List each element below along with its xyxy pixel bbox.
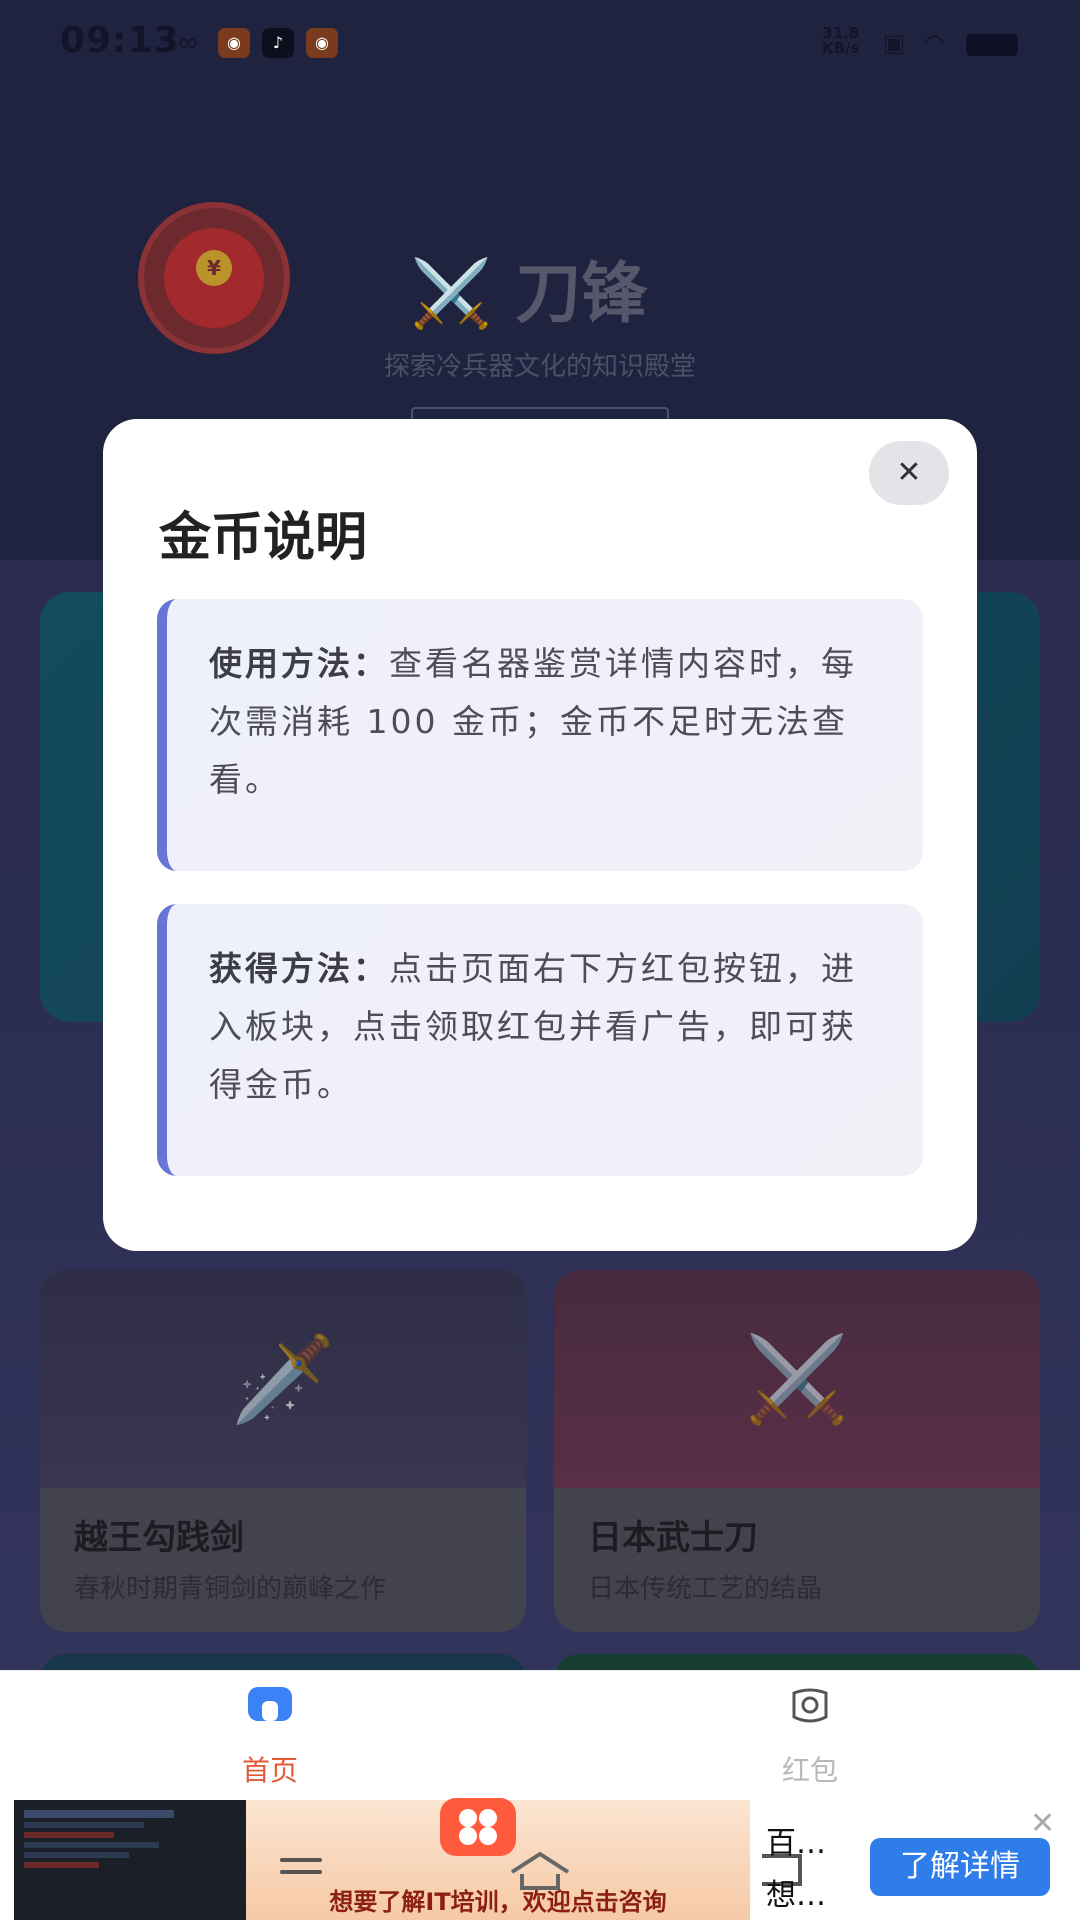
tab-home[interactable]: 首页 bbox=[0, 1671, 540, 1801]
close-button[interactable]: ✕ bbox=[869, 441, 949, 505]
ad-close-icon[interactable]: ✕ bbox=[1030, 1806, 1055, 1841]
earn-info-box: 获得方法：点击页面右下方红包按钮，进入板块，点击领取红包并看广告，即可获得金币。 bbox=[157, 904, 923, 1176]
menu-icon bbox=[280, 1858, 322, 1886]
home-icon bbox=[248, 1687, 292, 1721]
tab-home-label: 首页 bbox=[241, 1754, 298, 1787]
earn-label: 获得方法： bbox=[209, 949, 389, 988]
learn-more-button[interactable]: 了解详情 bbox=[870, 1838, 1050, 1896]
tab-redpacket[interactable]: 红包 bbox=[540, 1671, 1080, 1801]
ad-banner[interactable]: 想要了解IT培训，欢迎点击咨询 百… 想… 了解详情 ✕ bbox=[0, 1798, 1080, 1920]
ad-text: 百… 想… bbox=[766, 1826, 826, 1913]
tab-redpacket-label: 红包 bbox=[781, 1754, 838, 1787]
ad-image bbox=[14, 1800, 246, 1920]
coin-info-modal: ✕ 金币说明 使用方法：查看名器鉴赏详情内容时，每次需消耗 100 金币；金币不… bbox=[103, 419, 977, 1251]
modal-title: 金币说明 bbox=[159, 508, 368, 568]
red-packet-icon bbox=[792, 1688, 828, 1723]
ad-logo-icon bbox=[440, 1798, 516, 1856]
home-outline-icon bbox=[510, 1851, 570, 1890]
bottom-tab-bar: 首页 红包 bbox=[0, 1670, 1080, 1800]
usage-info-box: 使用方法：查看名器鉴赏详情内容时，每次需消耗 100 金币；金币不足时无法查看。 bbox=[157, 599, 923, 871]
ad-slogan: 想要了解IT培训，欢迎点击咨询 bbox=[329, 1888, 667, 1916]
usage-label: 使用方法： bbox=[209, 644, 389, 683]
